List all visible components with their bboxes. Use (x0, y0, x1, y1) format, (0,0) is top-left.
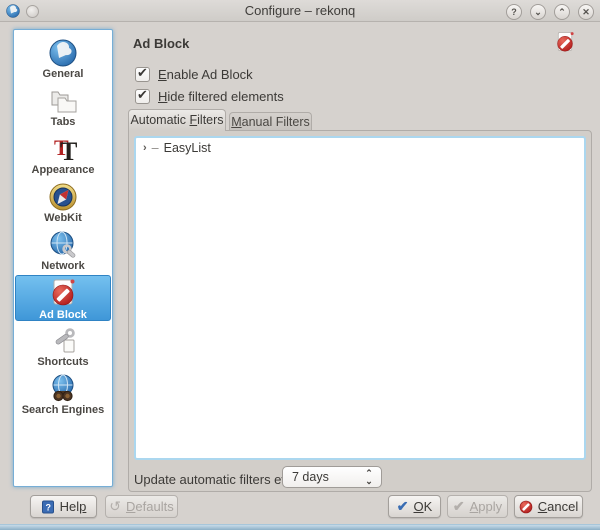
sidebar-item-adblock[interactable]: Ad Block (15, 275, 111, 321)
expander-icon[interactable]: › (143, 142, 147, 154)
page-title: Ad Block (133, 36, 190, 51)
tree-item-label: EasyList (163, 141, 211, 155)
globe-wrench-icon (50, 231, 76, 258)
sidebar-item-tabs[interactable]: Tabs (16, 83, 110, 129)
check-icon: ✔ (396, 498, 409, 514)
tree-item-easylist[interactable]: › – EasyList (136, 138, 584, 155)
help-button[interactable]: ? Help (30, 495, 97, 518)
checkmark-icon: ✔ (137, 87, 148, 102)
check-icon: ✔ (452, 498, 465, 514)
help-book-icon: ? (41, 500, 54, 513)
branch-glyph: – (151, 141, 159, 155)
sidebar-item-shortcuts[interactable]: Shortcuts (16, 323, 110, 369)
sidebar-item-label: Shortcuts (37, 356, 89, 368)
checkmark-icon: ✔ (137, 65, 148, 80)
spin-down-icon[interactable]: ⌄ (365, 476, 373, 486)
sidebar-item-search-engines[interactable]: Search Engines (16, 371, 110, 417)
fonts-icon: T T (54, 135, 77, 165)
window-help-button[interactable]: ? (506, 4, 522, 20)
defaults-button[interactable]: ↺ Defaults (105, 495, 178, 518)
rekonq-logo-icon (49, 39, 77, 67)
ok-button[interactable]: ✔ OK (388, 495, 441, 518)
window-titlebar[interactable]: Configure – rekonq ? ⌄ ⌃ ✕ (0, 0, 600, 22)
compass-icon (49, 183, 77, 211)
sidebar-item-network[interactable]: Network (16, 227, 110, 273)
automatic-filters-panel: › – EasyList Update automatic filters ev… (128, 130, 592, 492)
window-unshade-button[interactable]: ⌃ (554, 4, 570, 20)
button-label: Apply (469, 499, 503, 514)
sidebar-item-label: Tabs (50, 116, 76, 128)
adblock-header-icon (557, 31, 574, 52)
button-label: OK (413, 499, 433, 514)
spinbox-arrows[interactable]: ⌃ ⌄ (364, 469, 374, 486)
button-label: Cancel (537, 499, 579, 514)
sidebar-item-appearance[interactable]: T T Appearance (16, 131, 110, 177)
button-label: Help (59, 499, 87, 514)
window-bottom-border (0, 524, 600, 530)
window-shade-button[interactable]: ⌄ (530, 4, 546, 20)
sidebar-item-label: Search Engines (21, 404, 105, 416)
cancel-icon (519, 500, 533, 513)
folders-icon (51, 91, 77, 113)
window-close-button[interactable]: ✕ (578, 4, 594, 20)
tab-automatic-filters[interactable]: Automatic Filters (128, 109, 226, 131)
cancel-button[interactable]: Cancel (514, 495, 583, 518)
spinbox-value: 7 days (292, 470, 329, 484)
sidebar-item-label: WebKit (44, 212, 82, 224)
apply-button[interactable]: ✔ Apply (447, 495, 508, 518)
svg-text:?: ? (45, 502, 51, 512)
filter-list-tree[interactable]: › – EasyList (134, 136, 586, 460)
checkbox-box[interactable]: ✔ (135, 65, 150, 82)
sidebar-item-general[interactable]: General (16, 35, 110, 81)
checkbox-label: Enable Ad Block (158, 67, 253, 82)
globe-binoculars-icon (52, 374, 74, 402)
tab-manual-filters[interactable]: Manual Filters (229, 112, 312, 131)
sidebar-item-label: Network (41, 260, 85, 272)
sidebar-item-label: Ad Block (39, 309, 87, 321)
sidebar-item-label: Appearance (31, 164, 95, 176)
svg-text:T: T (60, 137, 77, 165)
hide-filtered-elements-checkbox[interactable]: ✔ Hide filtered elements (135, 87, 284, 104)
reset-icon: ↺ (109, 498, 122, 514)
settings-category-list: General Tabs T T Appearance WebKit Netwo… (13, 29, 113, 487)
sidebar-item-webkit[interactable]: WebKit (16, 179, 110, 225)
checkbox-box[interactable]: ✔ (135, 87, 150, 104)
button-label: Defaults (126, 499, 174, 514)
wrench-page-icon (55, 328, 75, 353)
enable-adblock-checkbox[interactable]: ✔ Enable Ad Block (135, 65, 253, 82)
adblock-icon (52, 279, 75, 306)
update-interval-spinbox[interactable]: 7 days ⌃ ⌄ (282, 466, 382, 488)
sidebar-item-label: General (42, 68, 84, 80)
checkbox-label: Hide filtered elements (158, 89, 284, 104)
